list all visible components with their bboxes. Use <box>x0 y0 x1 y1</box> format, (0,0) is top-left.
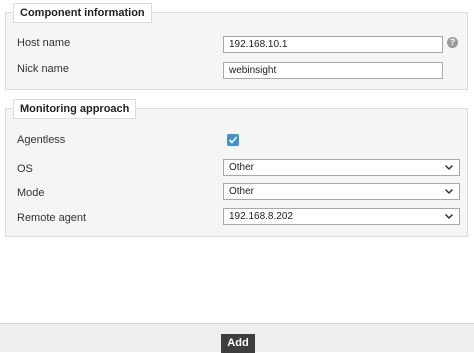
monitoring-approach-section: Monitoring approach Agentless OS Other M… <box>5 99 468 237</box>
os-select[interactable]: Other <box>223 159 460 176</box>
component-information-section: Component information Host name 192.168.… <box>5 3 468 90</box>
footer-bar: Add <box>0 323 474 353</box>
remote-agent-select[interactable]: 192.168.8.202 <box>223 208 460 225</box>
chevron-down-icon <box>444 188 454 195</box>
nick-name-label: Nick name <box>17 63 69 75</box>
nick-name-field[interactable]: webinsight <box>223 62 443 79</box>
chevron-down-icon <box>444 164 454 171</box>
chevron-down-icon <box>444 213 454 220</box>
mode-select[interactable]: Other <box>223 183 460 200</box>
section-title: Component information <box>13 3 152 23</box>
remote-agent-selected-value: 192.168.8.202 <box>229 211 293 222</box>
remote-agent-label: Remote agent <box>17 212 87 224</box>
agentless-label: Agentless <box>17 134 66 146</box>
os-label: OS <box>17 163 33 175</box>
os-selected-value: Other <box>229 162 255 173</box>
question-mark-icon[interactable]: ? <box>447 37 458 48</box>
host-name-value: 192.168.10.1 <box>229 39 288 50</box>
nick-name-value: webinsight <box>229 65 277 76</box>
host-name-label: Host name <box>17 37 71 49</box>
checkmark-icon <box>228 136 238 144</box>
section-title: Monitoring approach <box>13 99 137 119</box>
agentless-checkbox[interactable] <box>227 134 239 146</box>
mode-label: Mode <box>17 187 45 199</box>
host-name-field[interactable]: 192.168.10.1 <box>223 36 443 53</box>
mode-selected-value: Other <box>229 186 255 197</box>
add-button[interactable]: Add <box>221 334 255 353</box>
